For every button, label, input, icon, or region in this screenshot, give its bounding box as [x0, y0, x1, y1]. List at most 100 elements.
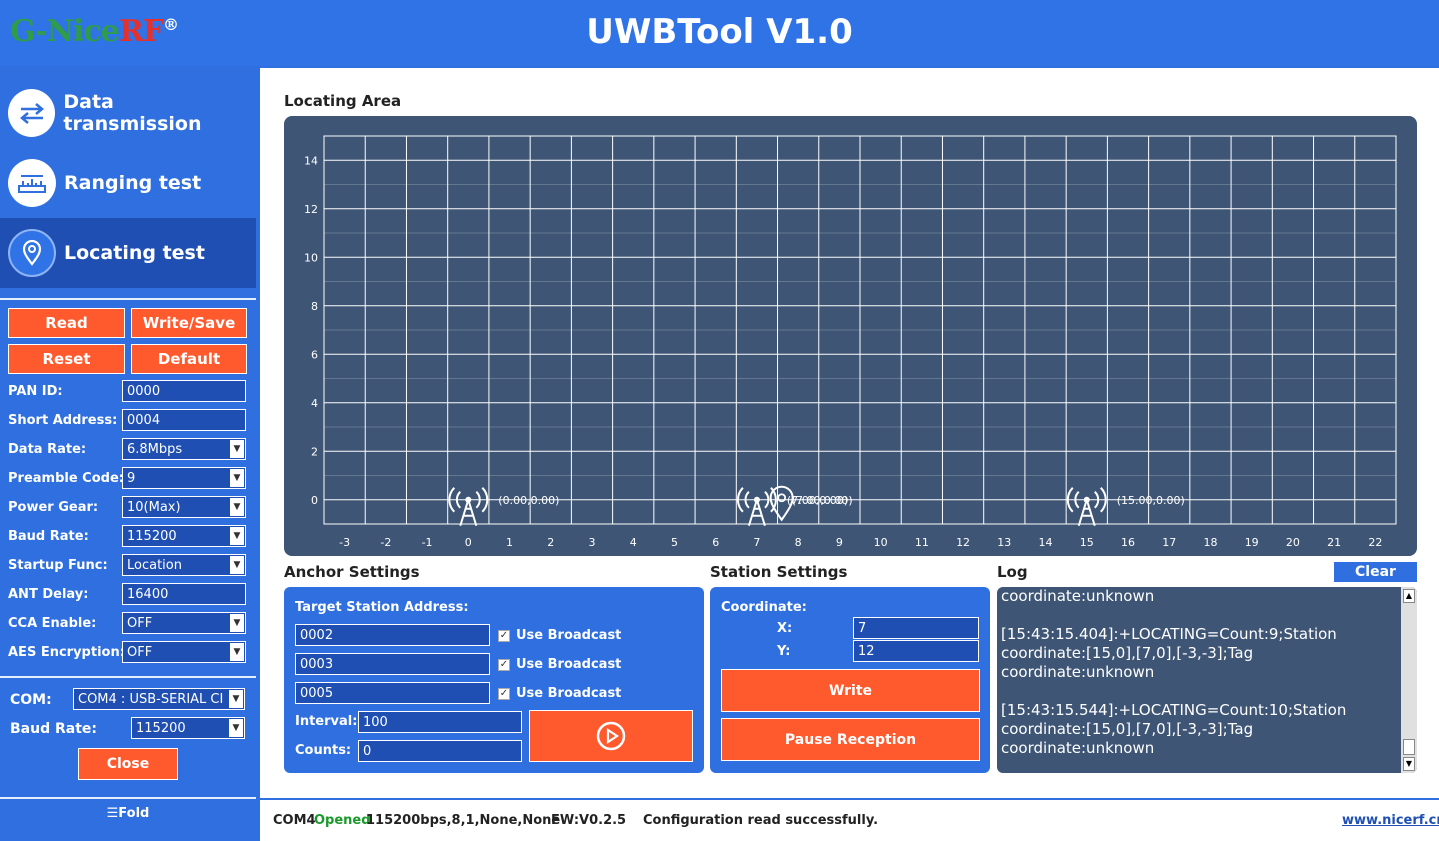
locating-chart-svg: -3 -2 -1 0 1 2 3 4 5 6 7 8 9 10 11 12 13 14 15 16 17 18 19 20 21… — [304, 135, 1397, 549]
config-select[interactable]: 6.8Mbps ▼ — [122, 438, 246, 460]
chevron-down-icon: ▼ — [230, 527, 244, 545]
divider — [0, 676, 256, 678]
checkbox-checked-icon: ✓ — [498, 687, 510, 700]
chevron-down-icon: ▼ — [230, 643, 244, 661]
x-tick-label: 4 — [630, 536, 637, 549]
x-tick-label: 0 — [465, 536, 472, 549]
divider — [0, 298, 256, 300]
use-broadcast-3[interactable]: ✓ Use Broadcast — [498, 686, 621, 701]
reset-button[interactable]: Reset — [8, 344, 125, 374]
status-opened: Opened — [314, 813, 371, 828]
x-tick-label: 3 — [589, 536, 596, 549]
config-label: Baud Rate: — [8, 529, 89, 544]
scroll-thumb[interactable] — [1403, 739, 1415, 755]
interval-input[interactable]: 100 — [358, 711, 522, 733]
anchor-settings-panel: Target Station Address: 0002 0003 0005 ✓… — [284, 587, 704, 773]
anchor-coordinate-label: (15.00,0.00) — [1117, 494, 1185, 507]
config-select[interactable]: 9 ▼ — [122, 467, 246, 489]
nav-ranging-test[interactable]: Ranging test — [0, 148, 256, 218]
config-value: 6.8Mbps — [127, 441, 183, 457]
nav-locating-test[interactable]: Locating test — [0, 218, 256, 288]
status-bar: COM4 Opened 115200bps,8,1,None,None FW:V… — [260, 800, 1439, 841]
scroll-down-icon[interactable]: ▼ — [1403, 757, 1415, 771]
close-port-button[interactable]: Close — [78, 748, 178, 780]
com-select[interactable]: COM4 : USB-SERIAL CI ▼ — [73, 688, 245, 710]
x-tick-label: 6 — [712, 536, 719, 549]
status-message: Configuration read successfully. — [643, 813, 879, 828]
station-settings-panel: Coordinate: X: 7 Y: 12 Write Pause Recep… — [710, 587, 990, 773]
sidebar: Data transmission Ranging test Locating … — [0, 68, 256, 841]
config-select[interactable]: OFF ▼ — [122, 612, 246, 634]
log-scrollbar[interactable]: ▲ ▼ — [1401, 587, 1417, 773]
config-select[interactable]: 115200 ▼ — [122, 525, 246, 547]
ruler-icon — [8, 159, 56, 207]
locating-chart: -3 -2 -1 0 1 2 3 4 5 6 7 8 9 10 11 12 13 14 15 16 17 18 19 20 21… — [284, 116, 1417, 556]
config-label: CCA Enable: — [8, 616, 97, 631]
y-tick-label: 4 — [311, 397, 318, 410]
x-tick-label: 16 — [1121, 536, 1135, 549]
play-icon — [596, 721, 626, 751]
use-broadcast-1[interactable]: ✓ Use Broadcast — [498, 628, 621, 643]
write-station-button[interactable]: Write — [721, 669, 980, 712]
counts-label: Counts: — [295, 743, 352, 758]
status-firmware: FW:V0.2.5 — [551, 813, 627, 828]
config-value: 0000 — [127, 383, 161, 399]
read-button[interactable]: Read — [8, 308, 125, 338]
config-value: 0004 — [127, 412, 161, 428]
x-tick-label: 17 — [1162, 536, 1176, 549]
x-tick-label: 19 — [1245, 536, 1259, 549]
x-tick-label: 20 — [1286, 536, 1300, 549]
divider — [0, 797, 256, 799]
chevron-down-icon: ▼ — [230, 614, 244, 632]
target-address-input-3[interactable]: 0005 — [295, 682, 490, 704]
com-label: COM: — [10, 692, 52, 708]
chevron-down-icon: ▼ — [230, 556, 244, 574]
config-value: 115200 — [127, 528, 177, 544]
x-tick-label: 15 — [1080, 536, 1094, 549]
config-select[interactable]: 10(Max) ▼ — [122, 496, 246, 518]
x-tick-label: 12 — [956, 536, 970, 549]
write-save-button[interactable]: Write/Save — [131, 308, 247, 338]
y-coordinate-input[interactable]: 12 — [853, 640, 979, 662]
scroll-up-icon[interactable]: ▲ — [1403, 589, 1415, 603]
chevron-down-icon: ▼ — [229, 690, 243, 708]
target-address-input-2[interactable]: 0003 — [295, 653, 490, 675]
fold-icon: ☰ — [106, 806, 119, 821]
config-label: PAN ID: — [8, 384, 63, 399]
pause-reception-button[interactable]: Pause Reception — [721, 718, 980, 761]
config-value: 16400 — [127, 586, 169, 602]
serial-baud-select[interactable]: 115200 ▼ — [131, 717, 245, 739]
config-input[interactable]: 16400 — [122, 583, 246, 605]
config-label: Startup Func: — [8, 558, 108, 573]
config-select[interactable]: OFF ▼ — [122, 641, 246, 663]
app-title: UWBTool V1.0 — [586, 12, 853, 52]
coordinate-label: Coordinate: — [721, 600, 807, 615]
anchor-settings-title: Anchor Settings — [284, 563, 420, 581]
anchor-tower-icon — [1066, 487, 1107, 527]
nav-data-transmission[interactable]: Data transmission — [0, 78, 256, 148]
y-tick-label: 14 — [304, 154, 318, 167]
start-locating-button[interactable] — [529, 710, 693, 762]
target-address-input-1[interactable]: 0002 — [295, 624, 490, 646]
config-input[interactable]: 0004 — [122, 409, 246, 431]
baud-rate-label: Baud Rate: — [10, 721, 97, 737]
log-title: Log — [997, 563, 1028, 581]
x-tick-label: 2 — [547, 536, 554, 549]
x-tick-label: 9 — [836, 536, 843, 549]
config-value: Location — [127, 557, 182, 573]
config-input[interactable]: 0000 — [122, 380, 246, 402]
anchor-tower-icon — [448, 487, 489, 527]
use-broadcast-2[interactable]: ✓ Use Broadcast — [498, 657, 621, 672]
y-tick-label: 12 — [304, 203, 318, 216]
tag-coordinate-label: (7.00,0.00) — [792, 494, 853, 507]
counts-input[interactable]: 0 — [358, 740, 522, 762]
x-coordinate-input[interactable]: 7 — [853, 617, 979, 639]
x-tick-label: 11 — [915, 536, 929, 549]
website-link[interactable]: www.nicerf.cn — [1342, 813, 1439, 828]
default-button[interactable]: Default — [131, 344, 247, 374]
nav-label: Data transmission — [63, 91, 202, 135]
anchor-coordinate-label: (0.00,0.00) — [498, 494, 559, 507]
fold-button[interactable]: ☰Fold — [0, 806, 256, 821]
config-select[interactable]: Location ▼ — [122, 554, 246, 576]
clear-log-button[interactable]: Clear — [1334, 562, 1417, 582]
